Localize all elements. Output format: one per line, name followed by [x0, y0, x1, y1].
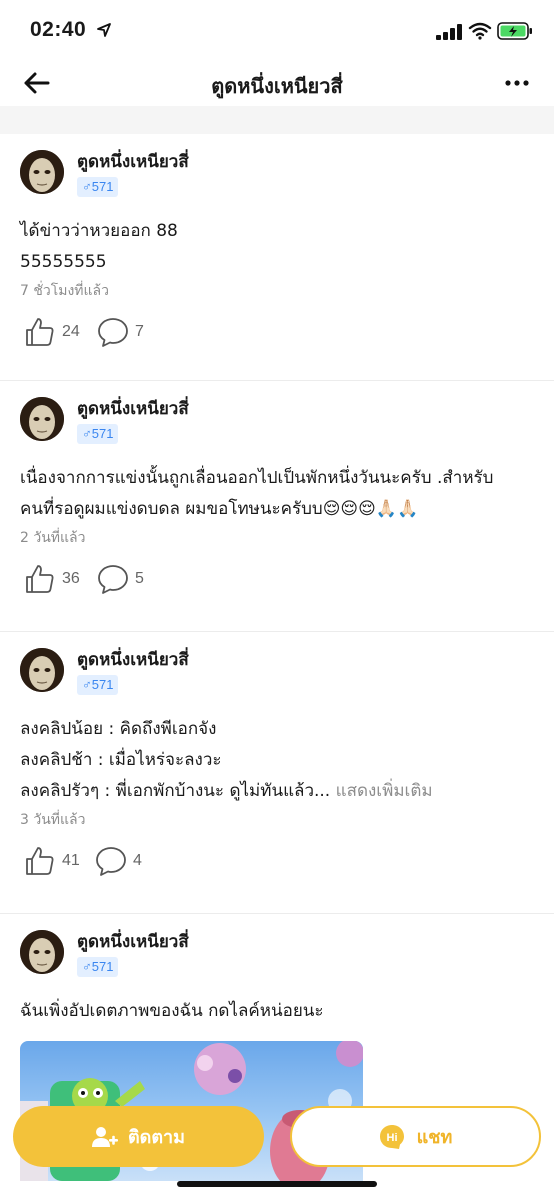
post-header: ตูดหนึ่งเหนียวสี่ ♂571: [0, 632, 554, 695]
post-timestamp: 2 วันที่แล้ว: [20, 530, 86, 546]
gender-level-badge: ♂571: [77, 957, 119, 977]
post-content[interactable]: ลงคลิปน้อย : คิดถึงพีเอกจัง ลงคลิปช้า : …: [0, 692, 554, 807]
comment-count: 7: [135, 323, 144, 340]
follow-button[interactable]: ติดตาม: [13, 1106, 264, 1167]
post-actions: 24 7: [0, 304, 554, 368]
avatar[interactable]: [20, 648, 64, 692]
post-line: ฉันเพิ่งอัปเดตภาพของฉัน กดไลค์หน่อยนะ: [20, 1001, 324, 1021]
signal-icon: [436, 24, 462, 40]
wifi-icon: [468, 22, 492, 40]
post-line: คนที่รอดูผมแข่งดบดล ผมขอโทษนะครับบ😌😌😌🙏🏻🙏…: [20, 499, 419, 519]
post-header: ตูดหนึ่งเหนียวสี่ ♂571: [0, 134, 554, 197]
chat-hi-icon: Hi: [379, 1124, 404, 1149]
home-indicator: [177, 1181, 377, 1187]
chat-label: แชท: [416, 1127, 453, 1148]
comment-bubble-icon: [96, 847, 126, 876]
see-more-link[interactable]: แสดงเพิ่มเติม: [330, 781, 433, 801]
post-line: เนื่องจากการแข่งนั้นถูกเลื่อนออกไปเป็นพั…: [20, 468, 494, 488]
avatar-mask-image: [20, 150, 64, 194]
post-actions: 36 5: [0, 551, 554, 615]
post-content[interactable]: เนื่องจากการแข่งนั้นถูกเลื่อนออกไปเป็นพั…: [0, 441, 554, 525]
avatar-mask-image: [20, 397, 64, 441]
post-header: ตูดหนึ่งเหนียวสี่ ♂571: [0, 914, 554, 977]
more-dots-icon[interactable]: [500, 70, 534, 96]
author-name[interactable]: ตูดหนึ่งเหนียวสี่: [77, 928, 189, 955]
author-name[interactable]: ตูดหนึ่งเหนียวสี่: [77, 646, 189, 673]
post-line: ลงคลิปน้อย : คิดถึงพีเอกจัง: [20, 719, 217, 739]
comment-bubble-icon: [98, 565, 128, 594]
add-user-icon: [91, 1126, 118, 1147]
nav-bar: ตูดหนึ่งเหนียวสี่: [0, 60, 554, 106]
like-count: 36: [62, 570, 80, 587]
page-title: ตูดหนึ่งเหนียวสี่: [211, 74, 343, 98]
like-count: 24: [62, 323, 80, 340]
status-time: 02:40: [30, 18, 87, 41]
thumbs-up-icon: [26, 565, 54, 593]
gender-level-badge: ♂571: [77, 424, 119, 444]
author-name[interactable]: ตูดหนึ่งเหนียวสี่: [77, 395, 189, 422]
section-divider: [0, 106, 554, 134]
post-actions: 41 4: [0, 833, 554, 897]
post-line-text: ลงคลิปรัวๆ : พี่เอกพักบ้างนะ ดูไม่ทันแล้…: [20, 781, 331, 801]
chat-button[interactable]: Hi แชท: [290, 1106, 541, 1167]
follow-label: ติดตาม: [127, 1127, 186, 1148]
post-card: ตูดหนึ่งเหนียวสี่ ♂571 ได้ข่าวว่าหวยออก …: [0, 134, 554, 381]
comment-count: 5: [135, 570, 144, 587]
avatar[interactable]: [20, 930, 64, 974]
post-content[interactable]: ได้ข่าวว่าหวยออก 88 55555555: [0, 194, 554, 278]
thumbs-up-icon: [26, 318, 54, 346]
like-count: 41: [62, 852, 80, 869]
comment-bubble-icon: [98, 318, 128, 347]
post-feed: ตูดหนึ่งเหนียวสี่ ♂571 ได้ข่าวว่าหวยออก …: [0, 134, 554, 1181]
post-timestamp: 3 วันที่แล้ว: [20, 812, 86, 828]
post-header: ตูดหนึ่งเหนียวสี่ ♂571: [0, 381, 554, 444]
battery-icon: [497, 22, 532, 40]
avatar[interactable]: [20, 397, 64, 441]
post-line: ได้ข่าวว่าหวยออก 88: [20, 221, 178, 241]
gender-level-badge: ♂571: [77, 177, 119, 197]
post-line: ลงคลิปช้า : เมื่อไหร่จะลงวะ: [20, 750, 222, 770]
post-timestamp: 7 ชั่วโมงที่แล้ว: [20, 283, 109, 299]
thumbs-up-icon: [26, 847, 54, 875]
comment-count: 4: [133, 852, 142, 869]
avatar[interactable]: [20, 150, 64, 194]
avatar-mask-image: [20, 648, 64, 692]
avatar-mask-image: [20, 930, 64, 974]
post-card: ตูดหนึ่งเหนียวสี่ ♂571 เนื่องจากการแข่งน…: [0, 381, 554, 632]
chat-icon-text: Hi: [386, 1132, 397, 1144]
gender-level-badge: ♂571: [77, 675, 119, 695]
location-arrow-icon: [97, 23, 111, 37]
author-name[interactable]: ตูดหนึ่งเหนียวสี่: [77, 148, 189, 175]
post-line: 55555555: [20, 252, 107, 272]
status-bar: 02:40: [0, 0, 554, 60]
post-card: ตูดหนึ่งเหนียวสี่ ♂571 ลงคลิปน้อย : คิดถ…: [0, 632, 554, 914]
post-content[interactable]: ฉันเพิ่งอัปเดตภาพของฉัน กดไลค์หน่อยนะ: [0, 974, 554, 1027]
post-line: ลงคลิปรัวๆ : พี่เอกพักบ้างนะ ดูไม่ทันแล้…: [20, 776, 534, 807]
